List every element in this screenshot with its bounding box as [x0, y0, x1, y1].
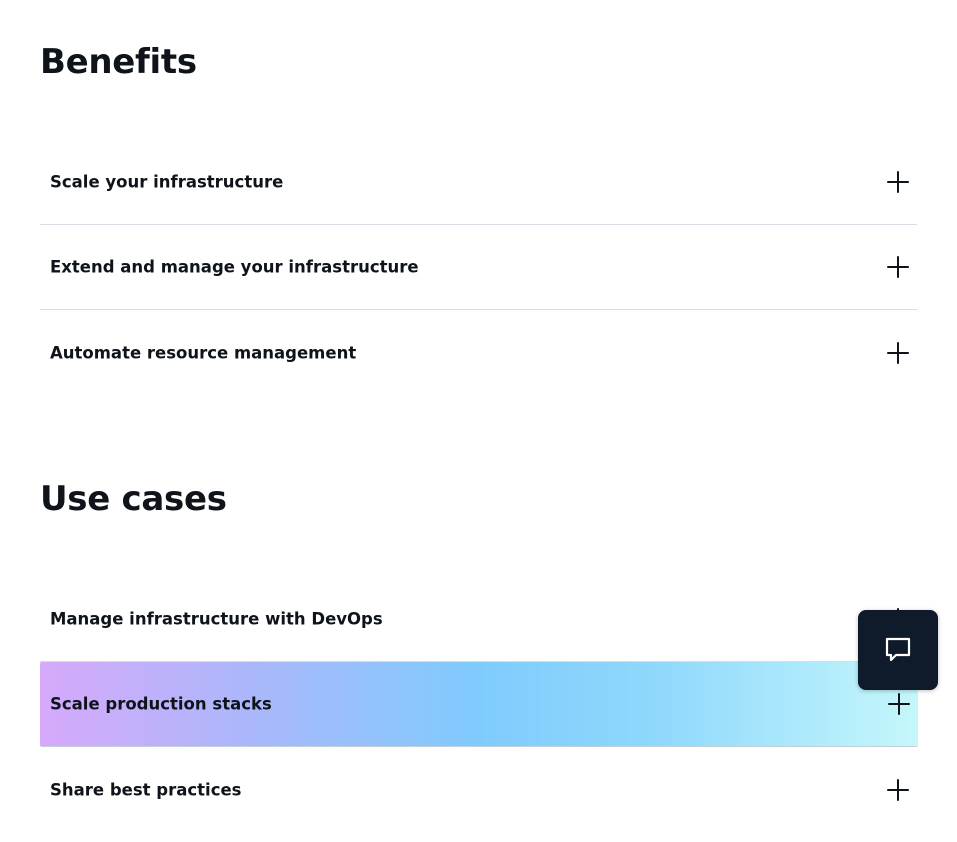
chat-bubble-icon: [885, 637, 911, 662]
use-cases-heading: Use cases: [40, 479, 227, 519]
benefits-heading: Benefits: [40, 42, 197, 82]
plus-icon[interactable]: [888, 693, 910, 715]
plus-icon[interactable]: [887, 341, 909, 364]
accordion-item-label: Share best practices: [50, 780, 242, 799]
benefits-accordion: Scale your infrastructure Extend and man…: [40, 140, 917, 395]
benefits-item-automate[interactable]: Automate resource management: [40, 310, 917, 395]
plus-icon[interactable]: [887, 778, 909, 801]
use-case-item-devops[interactable]: Manage infrastructure with DevOps: [40, 577, 917, 662]
use-cases-accordion: Manage infrastructure with DevOps Scale …: [40, 577, 918, 832]
use-case-item-scale-production[interactable]: Scale production stacks: [40, 662, 918, 747]
accordion-item-label: Manage infrastructure with DevOps: [50, 609, 383, 629]
accordion-item-label: Automate resource management: [50, 343, 357, 362]
accordion-item-label: Scale your infrastructure: [50, 172, 284, 192]
plus-icon[interactable]: [887, 256, 909, 278]
page: Benefits Scale your infrastructure Exten…: [0, 0, 957, 842]
benefits-item-extend[interactable]: Extend and manage your infrastructure: [40, 225, 917, 310]
use-case-item-best-practices[interactable]: Share best practices: [40, 747, 917, 832]
plus-icon[interactable]: [887, 171, 909, 193]
accordion-item-label: Scale production stacks: [50, 694, 272, 714]
chat-button[interactable]: [858, 610, 938, 690]
accordion-item-label: Extend and manage your infrastructure: [50, 257, 419, 277]
benefits-item-scale[interactable]: Scale your infrastructure: [40, 140, 917, 225]
